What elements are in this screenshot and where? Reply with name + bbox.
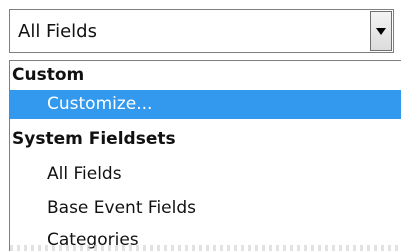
dropdown-arrow-icon <box>376 28 386 35</box>
group-header-custom: Custom <box>12 65 85 85</box>
dropdown-toggle-button[interactable] <box>370 11 392 51</box>
combobox-selected-value: All Fields <box>18 21 97 42</box>
list-cut-edge <box>10 245 401 251</box>
list-item-base-event-fields[interactable]: Base Event Fields <box>10 194 401 223</box>
group-header-system-fieldsets: System Fieldsets <box>12 129 176 149</box>
fieldset-dropdown: All Fields Custom Customize... System Fi… <box>0 0 401 251</box>
dropdown-list[interactable]: Custom Customize... System Fieldsets All… <box>9 60 401 251</box>
list-item-customize[interactable]: Customize... <box>10 90 401 119</box>
list-item-all-fields[interactable]: All Fields <box>10 160 401 189</box>
fieldset-combobox[interactable]: All Fields <box>9 9 394 53</box>
